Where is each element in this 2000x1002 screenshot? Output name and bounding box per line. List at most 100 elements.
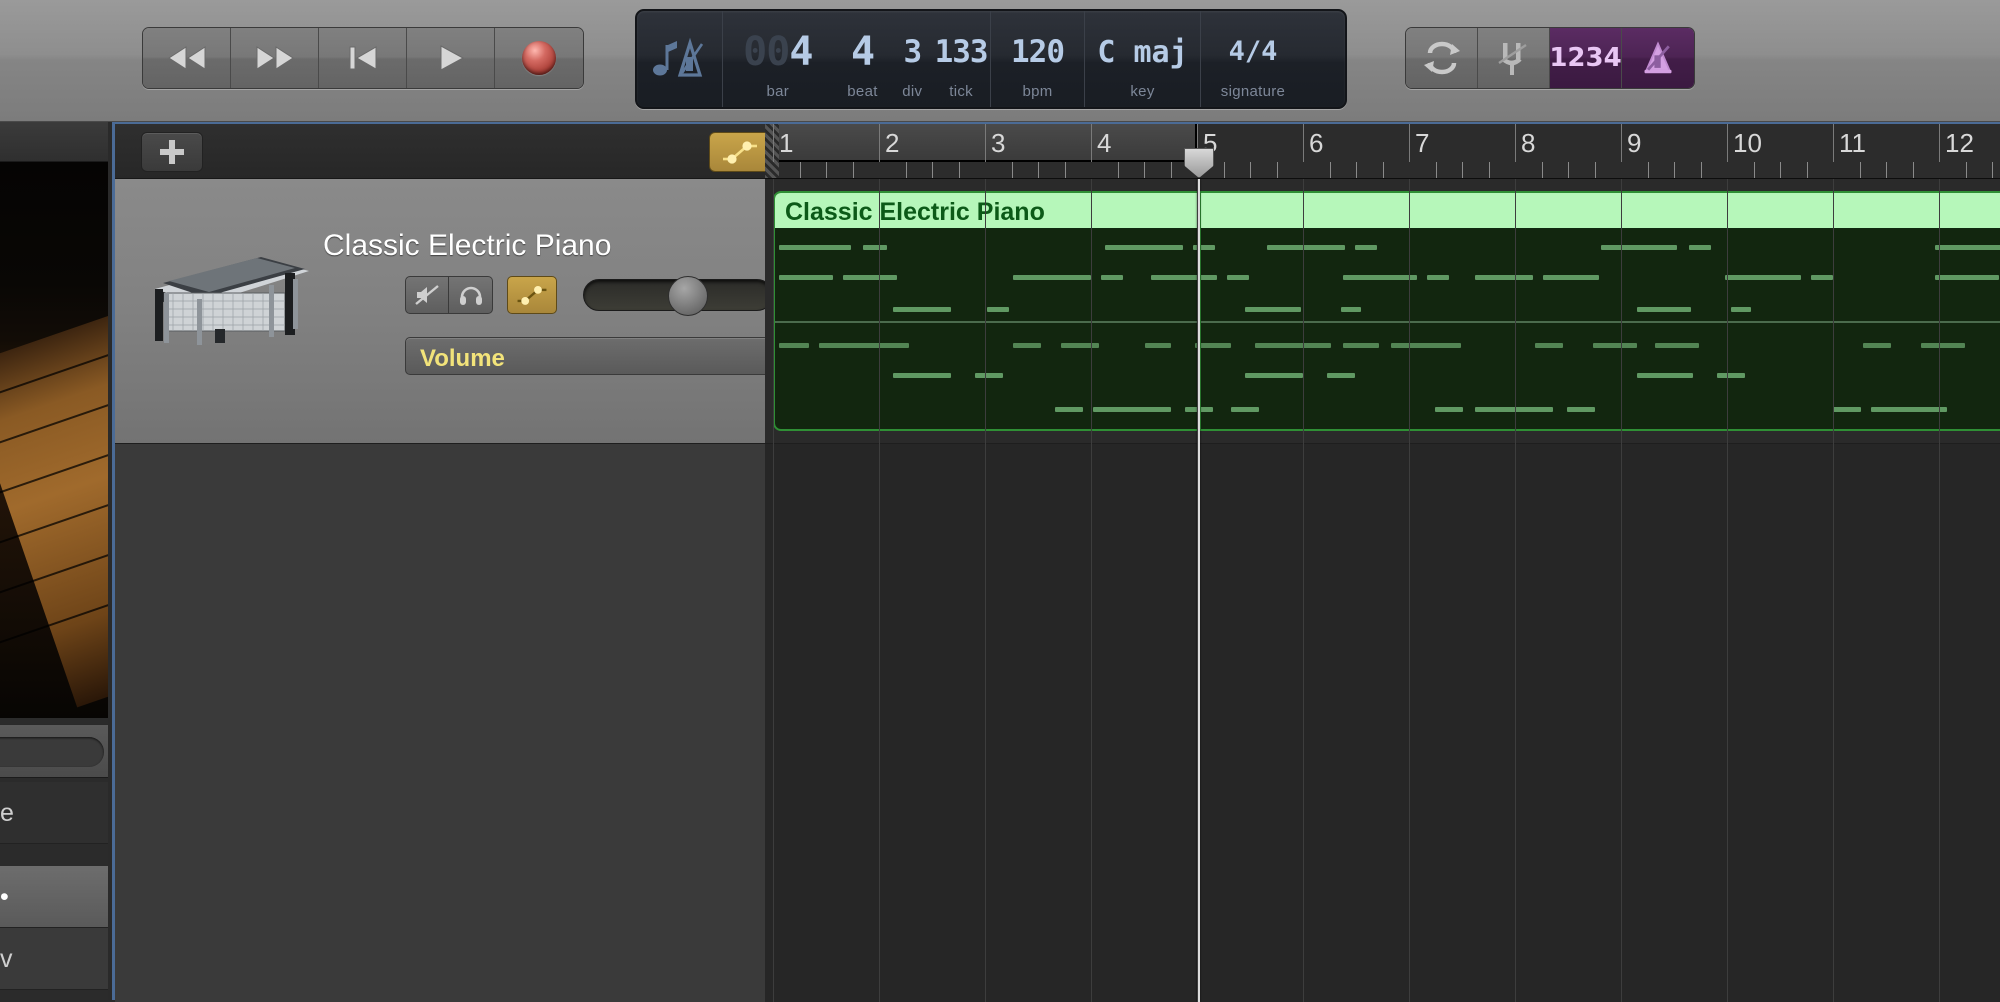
mute-icon — [415, 285, 439, 305]
midi-note — [1267, 245, 1345, 250]
beat-tick — [1356, 162, 1357, 178]
beat-tick — [1038, 162, 1039, 178]
lcd-tick-field[interactable]: 133 tick — [932, 11, 990, 107]
midi-note — [1475, 407, 1553, 412]
track-header[interactable]: Classic Electric Piano Volume — [115, 179, 865, 444]
midi-note — [1833, 407, 1861, 412]
tuner-button[interactable] — [1478, 28, 1550, 88]
midi-note — [1731, 307, 1751, 312]
rewind-icon — [167, 46, 205, 70]
library-panel-sliver[interactable]: e • v — [0, 122, 108, 1000]
empty-track-area[interactable] — [115, 445, 765, 1002]
midi-region[interactable]: Classic Electric Piano — [773, 191, 2000, 431]
arrange-window: Classic Electric Piano Volume 1 2 3 4 5 … — [112, 122, 2000, 1002]
track-lane[interactable]: Classic Electric Piano — [765, 179, 2000, 444]
lcd-div-field[interactable]: 3 div — [892, 11, 932, 107]
bar-tick — [1303, 124, 1304, 162]
beat-tick — [1886, 162, 1887, 178]
midi-note — [1245, 307, 1301, 312]
automation-icon — [517, 285, 547, 305]
search-input[interactable] — [0, 737, 104, 767]
mute-button[interactable] — [405, 276, 449, 314]
midi-note — [1717, 373, 1745, 378]
track-automation-button[interactable] — [507, 276, 557, 314]
midi-note — [1255, 343, 1331, 348]
track-headers-column: Classic Electric Piano Volume — [115, 179, 865, 1002]
lcd-tick-value: 133 — [934, 33, 989, 70]
midi-note — [1061, 343, 1099, 348]
midi-note — [1013, 275, 1091, 280]
lcd-key-label: key — [1130, 83, 1155, 100]
utility-buttons: 1234 — [1405, 27, 1695, 89]
lcd-signature-field[interactable]: 4/4 signature — [1201, 11, 1305, 107]
lcd-tempo-label: bpm — [1022, 83, 1053, 100]
play-button[interactable] — [407, 28, 495, 88]
automation-toggle-button[interactable] — [709, 132, 771, 172]
bar-tick — [1939, 124, 1940, 162]
library-search-field[interactable] — [0, 724, 108, 778]
beat-tick — [1382, 162, 1384, 178]
lcd-bar-field[interactable]: 00 4 bar — [723, 11, 833, 107]
loop-icon — [1423, 41, 1460, 75]
list-item[interactable]: v — [0, 928, 108, 990]
timeline-ruler[interactable]: 12345678910111213 — [765, 124, 2000, 179]
record-button[interactable] — [495, 28, 583, 88]
fast-forward-button[interactable] — [231, 28, 319, 88]
lcd-signature-label: signature — [1220, 83, 1286, 100]
beat-tick — [1276, 162, 1278, 178]
bar-number: 1 — [779, 128, 794, 158]
bar-tick — [1833, 124, 1834, 162]
beat-tick — [1647, 162, 1649, 178]
beat-tick — [1700, 162, 1702, 178]
lcd-key-field[interactable]: C maj key — [1085, 11, 1201, 107]
beat-tick — [1250, 162, 1251, 178]
lcd-beat-value: 4 — [850, 29, 875, 75]
midi-note — [975, 373, 1003, 378]
beat-tick — [1674, 162, 1675, 178]
bar-number: 7 — [1415, 128, 1430, 158]
lcd-position[interactable]: 00 4 bar 4 beat 3 div 133 tick — [723, 11, 991, 107]
bar-tick — [1515, 124, 1516, 162]
volume-slider[interactable] — [583, 276, 773, 316]
beat-tick — [932, 162, 933, 178]
automation-parameter-label: Volume — [420, 345, 505, 372]
lcd-tempo-field[interactable]: 120 bpm — [991, 11, 1085, 107]
count-in-button[interactable]: 1234 — [1549, 28, 1622, 88]
midi-note — [893, 373, 951, 378]
region-title: Classic Electric Piano — [785, 198, 1045, 226]
beat-tick — [1064, 162, 1066, 178]
bar-number: 12 — [1945, 128, 1974, 158]
cycle-button[interactable] — [1406, 28, 1478, 88]
midi-note — [1341, 307, 1361, 312]
region-header[interactable]: Classic Electric Piano — [775, 193, 2000, 229]
midi-note — [1593, 343, 1637, 348]
grid-line — [985, 179, 986, 1002]
record-icon — [522, 41, 556, 75]
instrument-artwork — [0, 162, 108, 718]
solo-button[interactable] — [449, 276, 493, 314]
lcd-mode-button[interactable] — [637, 11, 723, 107]
bar-tick — [773, 124, 774, 162]
bar-tick — [1621, 124, 1622, 162]
beat-tick — [852, 162, 854, 178]
midi-note — [1655, 343, 1699, 348]
play-icon — [440, 45, 464, 71]
list-item[interactable]: • — [0, 866, 108, 928]
lcd-display[interactable]: 00 4 bar 4 beat 3 div 133 tick 120 bpm C… — [635, 9, 1347, 109]
beat-tick — [799, 162, 801, 178]
list-item[interactable]: e — [0, 782, 108, 844]
midi-note — [1093, 407, 1171, 412]
midi-note — [1567, 407, 1595, 412]
go-to-beginning-button[interactable] — [319, 28, 407, 88]
add-track-button[interactable] — [141, 132, 203, 172]
library-panel-header — [0, 122, 108, 162]
track-lanes[interactable]: Classic Electric Piano — [765, 179, 2000, 1002]
midi-note — [1811, 275, 1833, 280]
beat-tick — [1753, 162, 1755, 178]
wood-floor-image — [0, 288, 108, 708]
lcd-beat-field[interactable]: 4 beat — [833, 11, 893, 107]
volume-slider-handle[interactable] — [668, 276, 708, 316]
metronome-button[interactable] — [1622, 28, 1694, 88]
bar-number: 4 — [1097, 128, 1112, 158]
rewind-button[interactable] — [143, 28, 231, 88]
